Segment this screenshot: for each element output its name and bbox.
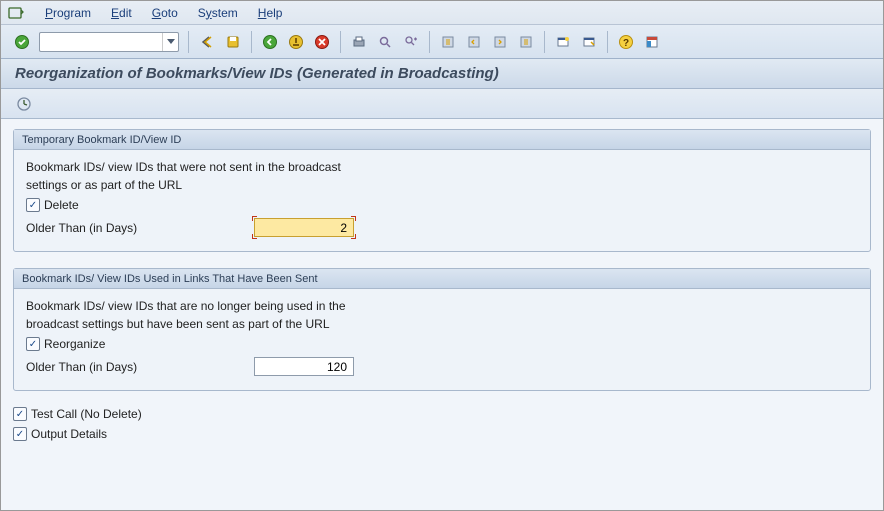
desc-text: Bookmark IDs/ view IDs that were not sen… <box>26 160 858 174</box>
reorganize-label: Reorganize <box>44 337 105 351</box>
help-icon[interactable]: ? <box>615 31 637 53</box>
menu-edit[interactable]: Edit <box>101 6 142 20</box>
toolbar: ? <box>1 25 883 59</box>
group-header: Bookmark IDs/ View IDs Used in Links Tha… <box>14 269 870 289</box>
separator <box>340 31 341 53</box>
first-page-icon[interactable] <box>437 31 459 53</box>
delete-row: ✓ Delete <box>26 198 858 212</box>
last-page-icon[interactable] <box>515 31 537 53</box>
command-field[interactable] <box>39 32 179 52</box>
find-next-icon[interactable] <box>400 31 422 53</box>
delete-checkbox[interactable]: ✓ <box>26 198 40 212</box>
menu-system[interactable]: System <box>188 6 248 20</box>
desc-text: Bookmark IDs/ view IDs that are no longe… <box>26 299 858 313</box>
menu-help[interactable]: Help <box>248 6 293 20</box>
desc-text: settings or as part of the URL <box>26 178 858 192</box>
older-label: Older Than (in Days) <box>26 360 254 374</box>
back-page-icon[interactable] <box>196 31 218 53</box>
print-icon[interactable] <box>348 31 370 53</box>
separator <box>607 31 608 53</box>
output-details-label: Output Details <box>31 427 107 441</box>
separator <box>429 31 430 53</box>
execute-icon[interactable] <box>13 93 35 115</box>
focus-corner <box>252 216 257 221</box>
group-sent-links: Bookmark IDs/ View IDs Used in Links Tha… <box>13 268 871 391</box>
focus-corner <box>351 216 356 221</box>
test-call-row: ✓ Test Call (No Delete) <box>13 407 871 421</box>
group-body: Bookmark IDs/ view IDs that are no longe… <box>14 289 870 390</box>
focus-corner <box>252 234 257 239</box>
group-body: Bookmark IDs/ view IDs that were not sen… <box>14 150 870 251</box>
older-row: Older Than (in Days) <box>26 218 858 237</box>
shortcut-icon[interactable] <box>578 31 600 53</box>
separator <box>188 31 189 53</box>
desc-text: broadcast settings but have been sent as… <box>26 317 858 331</box>
input-wrap <box>254 218 354 237</box>
test-call-label: Test Call (No Delete) <box>31 407 142 421</box>
reorganize-row: ✓ Reorganize <box>26 337 858 351</box>
title-text: Reorganization of Bookmarks/View IDs (Ge… <box>15 65 499 82</box>
menubar: Program Edit Goto System Help <box>1 1 883 25</box>
page-title: Reorganization of Bookmarks/View IDs (Ge… <box>1 59 883 89</box>
chevron-down-icon[interactable] <box>162 33 178 51</box>
new-session-icon[interactable] <box>552 31 574 53</box>
svg-text:?: ? <box>623 38 629 49</box>
cancel-icon[interactable] <box>311 31 333 53</box>
exit-icon[interactable] <box>285 31 307 53</box>
older-row: Older Than (in Days) <box>26 357 858 376</box>
next-page-icon[interactable] <box>489 31 511 53</box>
test-call-checkbox[interactable]: ✓ <box>13 407 27 421</box>
menu-program[interactable]: Program <box>35 6 101 20</box>
sap-window: Program Edit Goto System Help <box>0 0 884 511</box>
app-toolbar <box>1 89 883 119</box>
separator <box>251 31 252 53</box>
output-details-checkbox[interactable]: ✓ <box>13 427 27 441</box>
prev-page-icon[interactable] <box>463 31 485 53</box>
older-than-input[interactable] <box>254 218 354 237</box>
focus-corner <box>351 234 356 239</box>
older-label: Older Than (in Days) <box>26 221 254 235</box>
find-icon[interactable] <box>374 31 396 53</box>
layout-icon[interactable] <box>641 31 663 53</box>
group-header: Temporary Bookmark ID/View ID <box>14 130 870 150</box>
delete-label: Delete <box>44 198 79 212</box>
output-details-row: ✓ Output Details <box>13 427 871 441</box>
save-icon[interactable] <box>222 31 244 53</box>
body: Temporary Bookmark ID/View ID Bookmark I… <box>1 119 883 510</box>
separator <box>544 31 545 53</box>
back-icon[interactable] <box>259 31 281 53</box>
older-than-input[interactable] <box>254 357 354 376</box>
group-temporary: Temporary Bookmark ID/View ID Bookmark I… <box>13 129 871 252</box>
session-icon[interactable] <box>7 4 25 22</box>
enter-icon[interactable] <box>11 31 33 53</box>
reorganize-checkbox[interactable]: ✓ <box>26 337 40 351</box>
menu-goto[interactable]: Goto <box>142 6 188 20</box>
